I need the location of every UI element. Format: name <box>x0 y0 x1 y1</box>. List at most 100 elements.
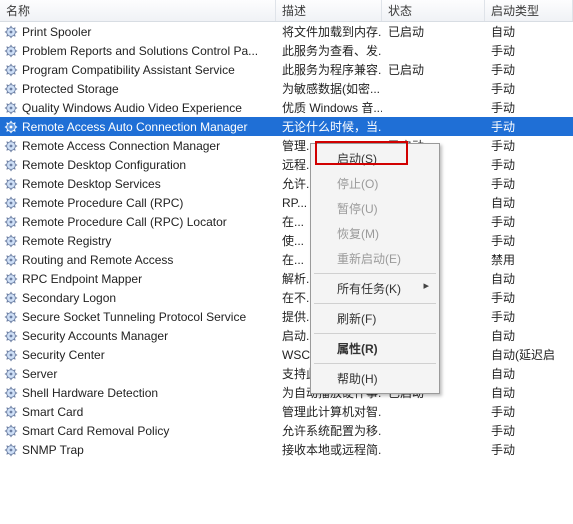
menu-item-start[interactable]: 启动(S) <box>313 146 437 171</box>
service-status <box>382 421 485 440</box>
table-row[interactable]: Secure Socket Tunneling Protocol Service… <box>0 307 573 326</box>
service-status <box>382 79 485 98</box>
service-startup: 手动 <box>485 288 573 307</box>
service-startup: 自动 <box>485 383 573 402</box>
menu-item-help[interactable]: 帮助(H) <box>313 366 437 391</box>
table-row[interactable]: Protected Storage为敏感数据(如密...手动 <box>0 79 573 98</box>
service-name: SNMP Trap <box>22 443 84 457</box>
table-row[interactable]: Print Spooler将文件加载到内存...已启动自动 <box>0 22 573 41</box>
service-startup: 手动 <box>485 307 573 326</box>
service-name-cell: Remote Procedure Call (RPC) Locator <box>0 212 276 231</box>
service-desc: 此服务为查看、发... <box>276 41 382 60</box>
gear-icon <box>4 253 18 267</box>
gear-icon <box>4 177 18 191</box>
menu-item-restart: 重新启动(E) <box>313 246 437 271</box>
table-row[interactable]: Remote Access Auto Connection Manager 无论什… <box>0 117 573 136</box>
gear-icon <box>4 215 18 229</box>
service-name: Remote Access Auto Connection Manager <box>22 120 247 134</box>
service-name-cell: Server <box>0 364 276 383</box>
gear-icon <box>4 272 18 286</box>
column-header-name[interactable]: 名称 <box>0 0 276 21</box>
service-desc: 优质 Windows 音... <box>276 98 382 117</box>
table-row[interactable]: Smart Card Removal Policy允许系统配置为移...手动 <box>0 421 573 440</box>
service-name-cell: Secondary Logon <box>0 288 276 307</box>
service-startup: 手动 <box>485 440 573 459</box>
column-header-startup[interactable]: 启动类型 <box>485 0 573 21</box>
service-desc: 为敏感数据(如密... <box>276 79 382 98</box>
table-row[interactable]: Remote Access Connection Manager管理...已启动… <box>0 136 573 155</box>
service-list: Print Spooler将文件加载到内存...已启动自动Problem Rep… <box>0 22 573 459</box>
table-row[interactable]: Secondary Logon在不...手动 <box>0 288 573 307</box>
service-name-cell: Security Center <box>0 345 276 364</box>
service-name: Routing and Remote Access <box>22 253 173 267</box>
table-row[interactable]: Shell Hardware Detection为自动播放硬件事...已启动自动 <box>0 383 573 402</box>
gear-icon <box>4 234 18 248</box>
service-status <box>382 117 485 136</box>
table-row[interactable]: Remote Desktop Configuration远程...手动 <box>0 155 573 174</box>
table-row[interactable]: Server支持此计算机通过...已启动自动 <box>0 364 573 383</box>
service-name: Problem Reports and Solutions Control Pa… <box>22 44 258 58</box>
gear-icon <box>4 139 18 153</box>
gear-icon <box>4 120 18 134</box>
service-name: Remote Registry <box>22 234 111 248</box>
service-status <box>382 98 485 117</box>
service-name-cell: Remote Access Connection Manager <box>0 136 276 155</box>
service-startup: 禁用 <box>485 250 573 269</box>
menu-item-properties[interactable]: 属性(R) <box>313 336 437 361</box>
menu-separator <box>314 303 436 304</box>
menu-item-resume: 恢复(M) <box>313 221 437 246</box>
menu-item-refresh[interactable]: 刷新(F) <box>313 306 437 331</box>
gear-icon <box>4 291 18 305</box>
table-row[interactable]: RPC Endpoint Mapper解析...已启动自动 <box>0 269 573 288</box>
service-name-cell: RPC Endpoint Mapper <box>0 269 276 288</box>
service-startup: 手动 <box>485 98 573 117</box>
table-row[interactable]: SNMP Trap接收本地或远程简...手动 <box>0 440 573 459</box>
gear-icon <box>4 329 18 343</box>
service-name-cell: Print Spooler <box>0 22 276 41</box>
service-desc: 此服务为程序兼容... <box>276 60 382 79</box>
service-startup: 手动 <box>485 402 573 421</box>
column-header-status[interactable]: 状态 <box>382 0 485 21</box>
service-name: RPC Endpoint Mapper <box>22 272 142 286</box>
table-row[interactable]: Smart Card管理此计算机对智...手动 <box>0 402 573 421</box>
gear-icon <box>4 101 18 115</box>
column-header-desc[interactable]: 描述 <box>276 0 382 21</box>
service-startup: 手动 <box>485 117 573 136</box>
service-name: Print Spooler <box>22 25 91 39</box>
service-name: Remote Access Connection Manager <box>22 139 220 153</box>
gear-icon <box>4 424 18 438</box>
service-startup: 自动 <box>485 364 573 383</box>
service-desc: 将文件加载到内存... <box>276 22 382 41</box>
table-row[interactable]: Remote Desktop Services允许...手动 <box>0 174 573 193</box>
service-name: Security Center <box>22 348 105 362</box>
service-name: Remote Desktop Configuration <box>22 158 186 172</box>
service-startup: 手动 <box>485 41 573 60</box>
service-name-cell: Routing and Remote Access <box>0 250 276 269</box>
table-row[interactable]: Remote Registry使...手动 <box>0 231 573 250</box>
menu-separator <box>314 273 436 274</box>
menu-item-stop: 停止(O) <box>313 171 437 196</box>
table-row[interactable]: Quality Windows Audio Video Experience 优质… <box>0 98 573 117</box>
table-row[interactable]: Routing and Remote Access在...禁用 <box>0 250 573 269</box>
menu-item-alltasks[interactable]: 所有任务(K) <box>313 276 437 301</box>
service-name-cell: Quality Windows Audio Video Experience <box>0 98 276 117</box>
table-row[interactable]: Problem Reports and Solutions Control Pa… <box>0 41 573 60</box>
gear-icon <box>4 44 18 58</box>
service-name-cell: Problem Reports and Solutions Control Pa… <box>0 41 276 60</box>
service-startup: 手动 <box>485 136 573 155</box>
service-startup: 自动 <box>485 326 573 345</box>
table-row[interactable]: Program Compatibility Assistant Service此… <box>0 60 573 79</box>
gear-icon <box>4 63 18 77</box>
service-status <box>382 440 485 459</box>
gear-icon <box>4 82 18 96</box>
table-row[interactable]: Security CenterWSCSVC(Windo...已启动自动(延迟启 <box>0 345 573 364</box>
table-row[interactable]: Remote Procedure Call (RPC) Locator在...手… <box>0 212 573 231</box>
service-name: Quality Windows Audio Video Experience <box>22 101 242 115</box>
service-desc: 无论什么时候，当... <box>276 117 382 136</box>
service-name-cell: Remote Access Auto Connection Manager <box>0 117 276 136</box>
service-name-cell: Remote Desktop Configuration <box>0 155 276 174</box>
table-row[interactable]: Security Accounts Manager启动...已启动自动 <box>0 326 573 345</box>
table-row[interactable]: Remote Procedure Call (RPC)RP...已启动自动 <box>0 193 573 212</box>
gear-icon <box>4 348 18 362</box>
context-menu: 启动(S) 停止(O) 暂停(U) 恢复(M) 重新启动(E) 所有任务(K) … <box>310 143 440 394</box>
